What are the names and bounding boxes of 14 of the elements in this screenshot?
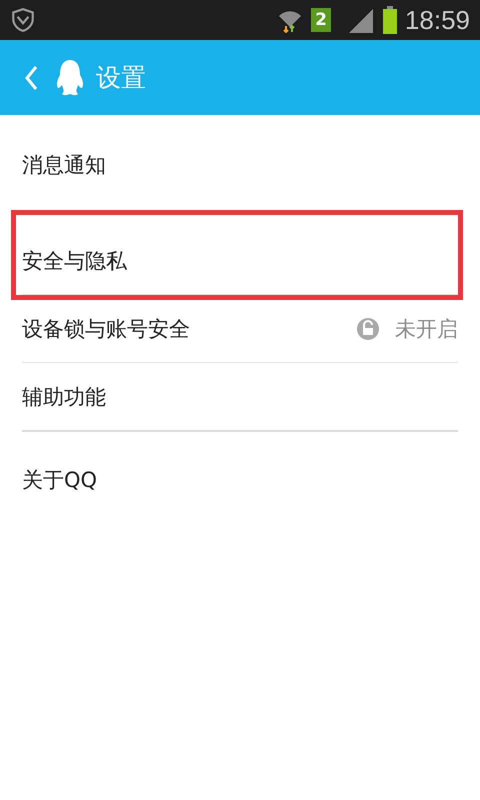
settings-item[interactable]: 消息通知 (22, 131, 458, 198)
settings-item[interactable]: 关于QQ (22, 446, 458, 513)
clock-time: 18:59 (404, 4, 470, 36)
page-title: 设置 (96, 62, 146, 94)
lock-icon (357, 318, 379, 340)
settings-item[interactable]: 安全与隐私 (22, 227, 458, 294)
sim-badge: 2 (311, 8, 331, 32)
shield-icon (10, 7, 36, 33)
battery-icon (382, 6, 397, 34)
back-icon[interactable] (24, 64, 38, 90)
penguin-icon (54, 58, 86, 96)
signal-icon (346, 7, 375, 33)
settings-item[interactable]: 设备锁与账号安全 未开启 (22, 295, 458, 362)
settings-item[interactable]: 辅助功能 (22, 363, 458, 430)
